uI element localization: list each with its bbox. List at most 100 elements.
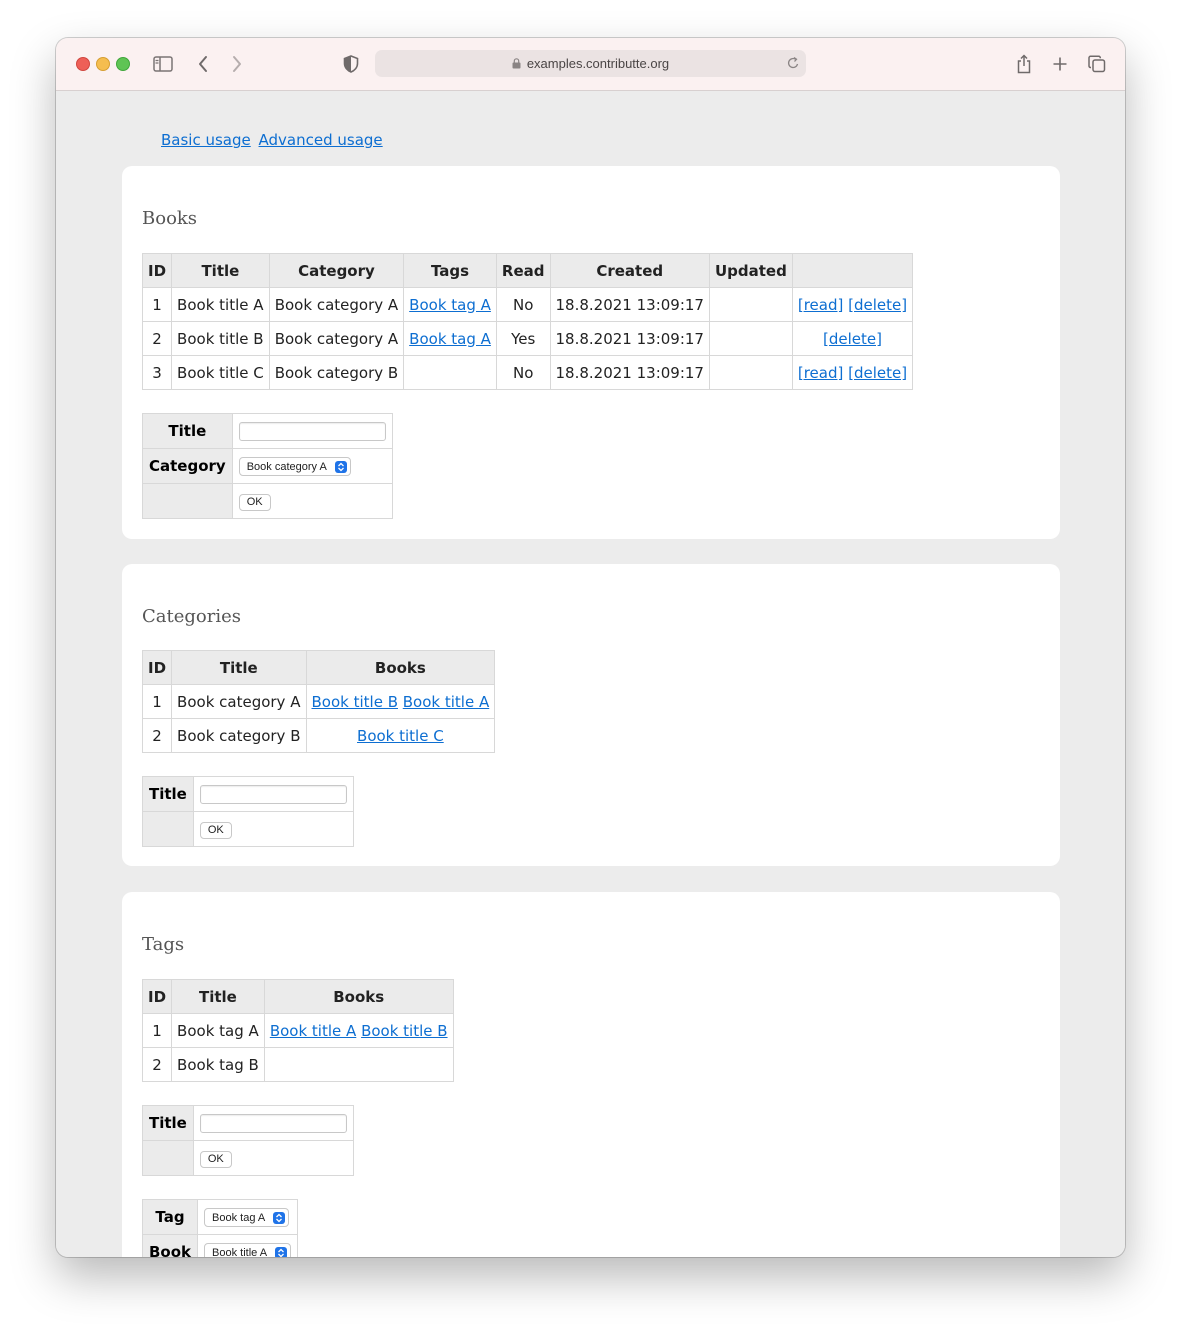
column-header: Read	[495, 253, 551, 288]
cell-books: Book title A Book title B	[263, 1013, 454, 1048]
cell-title: Book title A	[171, 287, 270, 322]
tags-header-row: ID Title Books	[141, 979, 454, 1014]
delete-action-link[interactable]: [delete]	[848, 364, 907, 382]
column-header	[791, 253, 914, 288]
book-field-label: Book	[141, 1234, 199, 1257]
assign-tag-form: Tag Book tag A Book Book title A	[141, 1199, 299, 1257]
category-field-label: Category	[142, 448, 233, 484]
cell-created: 18.8.2021 13:09:17	[549, 355, 710, 390]
page-content: Basic usage Advanced usage Books ID Titl…	[56, 91, 1125, 1257]
cell-category: Book category A	[268, 287, 405, 322]
title-field-label: Title	[142, 413, 233, 449]
zoom-window-button[interactable]	[116, 57, 130, 71]
tag-link[interactable]: Book tag A	[409, 330, 491, 348]
cell-created: 18.8.2021 13:09:17	[549, 321, 710, 356]
delete-action-link[interactable]: [delete]	[823, 330, 882, 348]
back-icon[interactable]	[192, 53, 214, 75]
cell-id: 2	[141, 1047, 173, 1082]
title-field-label: Title	[142, 1105, 194, 1141]
close-window-button[interactable]	[76, 57, 90, 71]
table-row: 3 Book title C Book category B No 18.8.2…	[141, 355, 914, 390]
basic-usage-link[interactable]: Basic usage	[161, 131, 251, 149]
column-header: Title	[171, 253, 270, 288]
delete-action-link[interactable]: [delete]	[848, 296, 907, 314]
book-link[interactable]: Book title A	[270, 1022, 356, 1040]
tab-overview-icon[interactable]	[1086, 53, 1108, 75]
cell-actions: [read] [delete]	[791, 355, 914, 390]
cell-books: Book title B Book title A	[305, 684, 496, 719]
book-category-select[interactable]: Book category A	[238, 457, 351, 477]
cell-updated	[708, 287, 793, 322]
reload-icon[interactable]	[787, 56, 800, 73]
tag-title-input[interactable]	[199, 1113, 347, 1133]
forward-icon[interactable]	[226, 53, 248, 75]
tag-field-label: Tag	[141, 1199, 199, 1235]
table-row: 1 Book category A Book title B Book titl…	[141, 684, 496, 719]
address-bar[interactable]: examples.contributte.org	[375, 50, 806, 77]
column-header: ID	[141, 979, 173, 1014]
add-tag-ok-button[interactable]: OK	[199, 1151, 232, 1168]
select-value: Book title A	[212, 1246, 268, 1257]
browser-toolbar: examples.contributte.org	[56, 38, 1125, 91]
cell-category: Book category B	[268, 355, 405, 390]
cell-title: Book tag B	[171, 1047, 265, 1082]
book-link[interactable]: Book title A	[403, 693, 489, 711]
categories-card: Categories ID Title Books 1 Book categor…	[122, 564, 1060, 866]
select-value: Book category A	[246, 460, 327, 473]
cell-tags	[403, 355, 497, 390]
cell-created: 18.8.2021 13:09:17	[549, 287, 710, 322]
column-header: Created	[549, 253, 710, 288]
cell-id: 1	[141, 684, 173, 719]
cell-title: Book tag A	[171, 1013, 265, 1048]
categories-header-row: ID Title Books	[141, 650, 496, 685]
minimize-window-button[interactable]	[96, 57, 110, 71]
read-action-link[interactable]: [read]	[798, 296, 843, 314]
cell-title: Book title C	[171, 355, 270, 390]
cell-id: 3	[141, 355, 173, 390]
category-title-input[interactable]	[199, 784, 347, 804]
cell-id: 1	[141, 287, 173, 322]
table-row: 2 Book title B Book category A Book tag …	[141, 321, 914, 356]
cell-actions: [delete]	[791, 321, 914, 356]
add-category-ok-button[interactable]: OK	[199, 822, 232, 839]
book-link[interactable]: Book title B	[312, 693, 398, 711]
new-tab-icon[interactable]	[1049, 53, 1071, 75]
categories-heading: Categories	[142, 606, 241, 627]
cell-tags: Book tag A	[403, 287, 497, 322]
advanced-usage-link[interactable]: Advanced usage	[259, 131, 383, 149]
top-navigation: Basic usage Advanced usage	[161, 131, 383, 149]
cell-updated	[708, 355, 793, 390]
books-heading: Books	[142, 208, 198, 229]
books-card: Books ID Title Category Tags Read Create…	[122, 166, 1060, 539]
cell-id: 1	[141, 1013, 173, 1048]
add-book-ok-button[interactable]: OK	[238, 494, 271, 511]
book-link[interactable]: Book title B	[361, 1022, 447, 1040]
cell-title: Book title B	[171, 321, 270, 356]
tags-card: Tags ID Title Books 1 Book tag A Book ti…	[122, 892, 1060, 1257]
tags-heading: Tags	[142, 934, 185, 955]
sidebar-icon[interactable]	[152, 53, 174, 75]
column-header: Title	[171, 650, 307, 685]
cell-actions: [read] [delete]	[791, 287, 914, 322]
column-header: Updated	[708, 253, 793, 288]
column-header: Category	[268, 253, 405, 288]
title-field-label: Title	[142, 776, 194, 812]
table-row: 2 Book category B Book title C	[141, 718, 496, 753]
book-link[interactable]: Book title C	[357, 727, 444, 745]
column-header: ID	[141, 253, 173, 288]
table-row: 2 Book tag B	[141, 1047, 454, 1082]
books-table: ID Title Category Tags Read Created Upda…	[141, 253, 914, 390]
tag-select[interactable]: Book tag A	[204, 1208, 290, 1228]
column-header: ID	[141, 650, 173, 685]
tag-link[interactable]: Book tag A	[409, 296, 491, 314]
read-action-link[interactable]: [read]	[798, 364, 843, 382]
book-select[interactable]: Book title A	[204, 1243, 292, 1257]
cell-read: Yes	[495, 321, 551, 356]
cell-updated	[708, 321, 793, 356]
lock-icon	[512, 58, 521, 69]
book-title-input[interactable]	[238, 421, 386, 441]
cell-tags: Book tag A	[403, 321, 497, 356]
privacy-shield-icon[interactable]	[340, 53, 362, 75]
browser-window: examples.contributte.org Basic usage Adv…	[56, 38, 1125, 1257]
share-icon[interactable]	[1013, 53, 1035, 75]
